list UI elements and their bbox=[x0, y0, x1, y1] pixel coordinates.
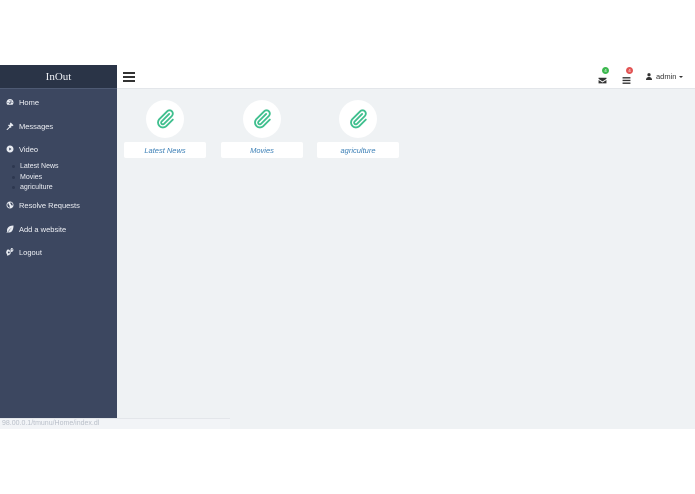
bullet-icon bbox=[12, 175, 15, 179]
gavel-icon bbox=[6, 122, 14, 130]
tile-icon-circle bbox=[243, 100, 281, 138]
sidebar-subitem-label: Movies bbox=[20, 173, 43, 181]
sidebar-item-messages[interactable]: Messages bbox=[0, 117, 117, 135]
list-icon bbox=[622, 77, 631, 84]
tile-icon-circle bbox=[339, 100, 377, 138]
sidebar-item-video[interactable]: Video bbox=[0, 140, 117, 158]
tile-label[interactable]: Latest News bbox=[124, 142, 206, 158]
video-circle-icon bbox=[6, 145, 14, 153]
sidebar-item-label: Add a website bbox=[19, 224, 67, 234]
tasks-count-badge: 4 bbox=[626, 67, 633, 74]
paperclip-icon bbox=[157, 109, 174, 129]
envelope-icon bbox=[598, 77, 607, 84]
globe-icon bbox=[6, 201, 14, 209]
user-icon bbox=[646, 73, 652, 80]
bullet-icon bbox=[12, 185, 15, 189]
sidebar-item-resolve-requests[interactable]: Resolve Requests bbox=[0, 196, 117, 214]
browser-status-bar: 98.00.0.1/tmunu/Home/index.dl bbox=[0, 418, 230, 429]
sidebar-item-label: Home bbox=[19, 97, 40, 107]
sidebar-item-add-website[interactable]: Add a website bbox=[0, 220, 117, 238]
sidebar-subitem-latest-news[interactable]: Latest News bbox=[12, 161, 59, 171]
tile-label[interactable]: Movies bbox=[221, 142, 303, 158]
app-frame: InOut Home Messages Video Latest News Mo… bbox=[0, 65, 695, 429]
sidebar-subitem-agriculture[interactable]: agriculture bbox=[12, 182, 53, 192]
sidebar-subitem-label: Latest News bbox=[20, 162, 59, 170]
paperclip-icon bbox=[254, 109, 271, 129]
tasks-button[interactable]: 4 bbox=[622, 67, 633, 84]
hamburger-icon[interactable] bbox=[123, 72, 135, 82]
top-navbar: 4 4 admin bbox=[117, 65, 695, 89]
user-menu[interactable]: admin bbox=[646, 71, 684, 82]
sidebar-subitem-movies[interactable]: Movies bbox=[12, 172, 42, 182]
sidebar-item-label: Logout bbox=[19, 247, 42, 257]
tile-label[interactable]: agriculture bbox=[317, 142, 399, 158]
sidebar: InOut Home Messages Video Latest News Mo… bbox=[0, 65, 117, 429]
sidebar-item-home[interactable]: Home bbox=[0, 93, 117, 111]
sidebar-item-logout[interactable]: Logout bbox=[0, 243, 117, 261]
user-name: admin bbox=[656, 72, 677, 81]
tile-icon-circle bbox=[146, 100, 184, 138]
sidebar-item-label: Video bbox=[19, 144, 39, 154]
tile-latest-news[interactable]: Latest News bbox=[124, 100, 206, 160]
mail-button[interactable]: 4 bbox=[598, 67, 609, 84]
cogs-icon bbox=[6, 248, 14, 256]
mail-count-badge: 4 bbox=[602, 67, 609, 74]
paperclip-icon bbox=[350, 109, 367, 129]
tile-movies[interactable]: Movies bbox=[221, 100, 303, 160]
tile-agriculture[interactable]: agriculture bbox=[317, 100, 399, 160]
leaf-icon bbox=[6, 225, 14, 233]
bullet-icon bbox=[12, 164, 15, 168]
dashboard-icon bbox=[6, 98, 14, 106]
sidebar-subitem-label: agriculture bbox=[20, 183, 53, 191]
sidebar-item-label: Resolve Requests bbox=[19, 200, 80, 210]
sidebar-item-label: Messages bbox=[19, 121, 54, 131]
brand-title[interactable]: InOut bbox=[0, 65, 117, 89]
caret-down-icon bbox=[679, 75, 684, 78]
